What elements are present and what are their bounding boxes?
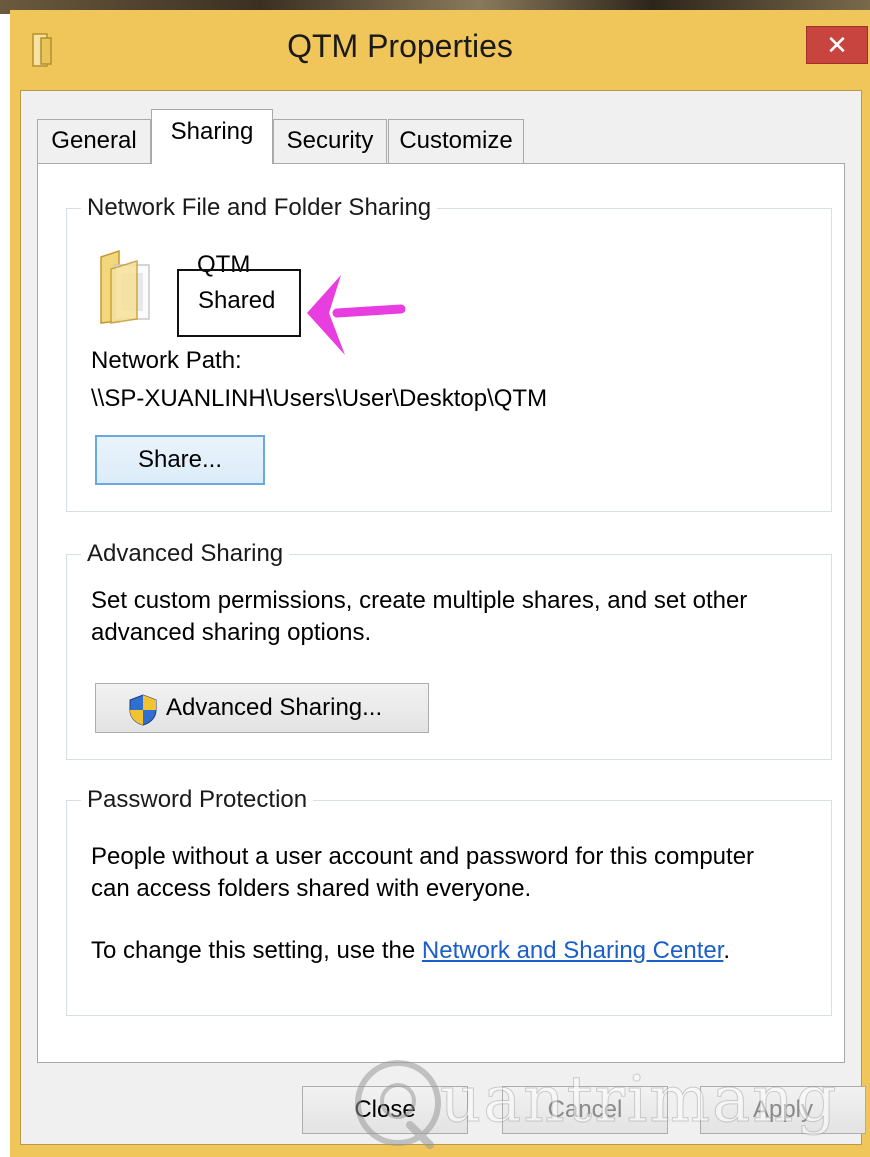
password-protection-description-line2: can access folders shared with everyone. [91, 875, 532, 902]
close-window-button[interactable]: ✕ [806, 26, 868, 64]
sharing-tab-panel: Network File and Folder Sharing QTM Shar… [37, 163, 845, 1063]
shared-folder-icon [100, 249, 150, 324]
title-bar[interactable]: QTM Properties ✕ [10, 10, 870, 90]
change-setting-suffix: . [723, 937, 731, 964]
password-protection-group: Password Protection People without a use… [66, 786, 832, 1016]
tab-sharing[interactable]: Sharing [151, 109, 273, 164]
cancel-button[interactable]: Cancel [502, 1086, 668, 1134]
advanced-sharing-description-line1: Set custom permissions, create multiple … [91, 587, 748, 614]
tab-customize[interactable]: Customize [388, 119, 524, 163]
advanced-sharing-description-line2: advanced sharing options. [91, 619, 372, 646]
network-sharing-center-link[interactable]: Network and Sharing Center [422, 937, 724, 964]
close-button[interactable]: Close [302, 1086, 468, 1134]
annotation-arrow-icon [307, 275, 406, 355]
window-title: QTM Properties [287, 28, 513, 64]
network-path-label: Network Path: [91, 347, 242, 374]
advanced-sharing-group: Advanced Sharing Set custom permissions,… [66, 540, 832, 760]
advanced-sharing-group-title: Advanced Sharing [81, 540, 290, 568]
network-path-value: \\SP-XUANLINH\Users\User\Desktop\QTM [91, 385, 548, 412]
properties-window: QTM Properties ✕ General Sharing Securit… [10, 10, 870, 1157]
password-protection-description-line1: People without a user account and passwo… [91, 843, 755, 870]
tab-general[interactable]: General [37, 119, 151, 163]
change-setting-prefix: To change this setting, use the [91, 937, 422, 964]
advanced-sharing-button-label: Advanced Sharing... [166, 694, 383, 721]
share-button[interactable]: Share... [95, 435, 265, 485]
advanced-sharing-button[interactable]: Advanced Sharing... [95, 683, 429, 733]
password-protection-group-title: Password Protection [81, 786, 314, 814]
apply-button[interactable]: Apply [700, 1086, 866, 1134]
dialog-client-area: General Sharing Security Customize Netwo… [20, 90, 862, 1145]
share-status: Shared [198, 287, 276, 314]
network-sharing-group-title: Network File and Folder Sharing [81, 194, 438, 222]
network-sharing-group: Network File and Folder Sharing QTM Shar… [66, 194, 832, 512]
change-setting-sentence: To change this setting, use the Network … [91, 937, 730, 965]
uac-shield-icon [129, 694, 157, 726]
tab-security[interactable]: Security [273, 119, 387, 163]
